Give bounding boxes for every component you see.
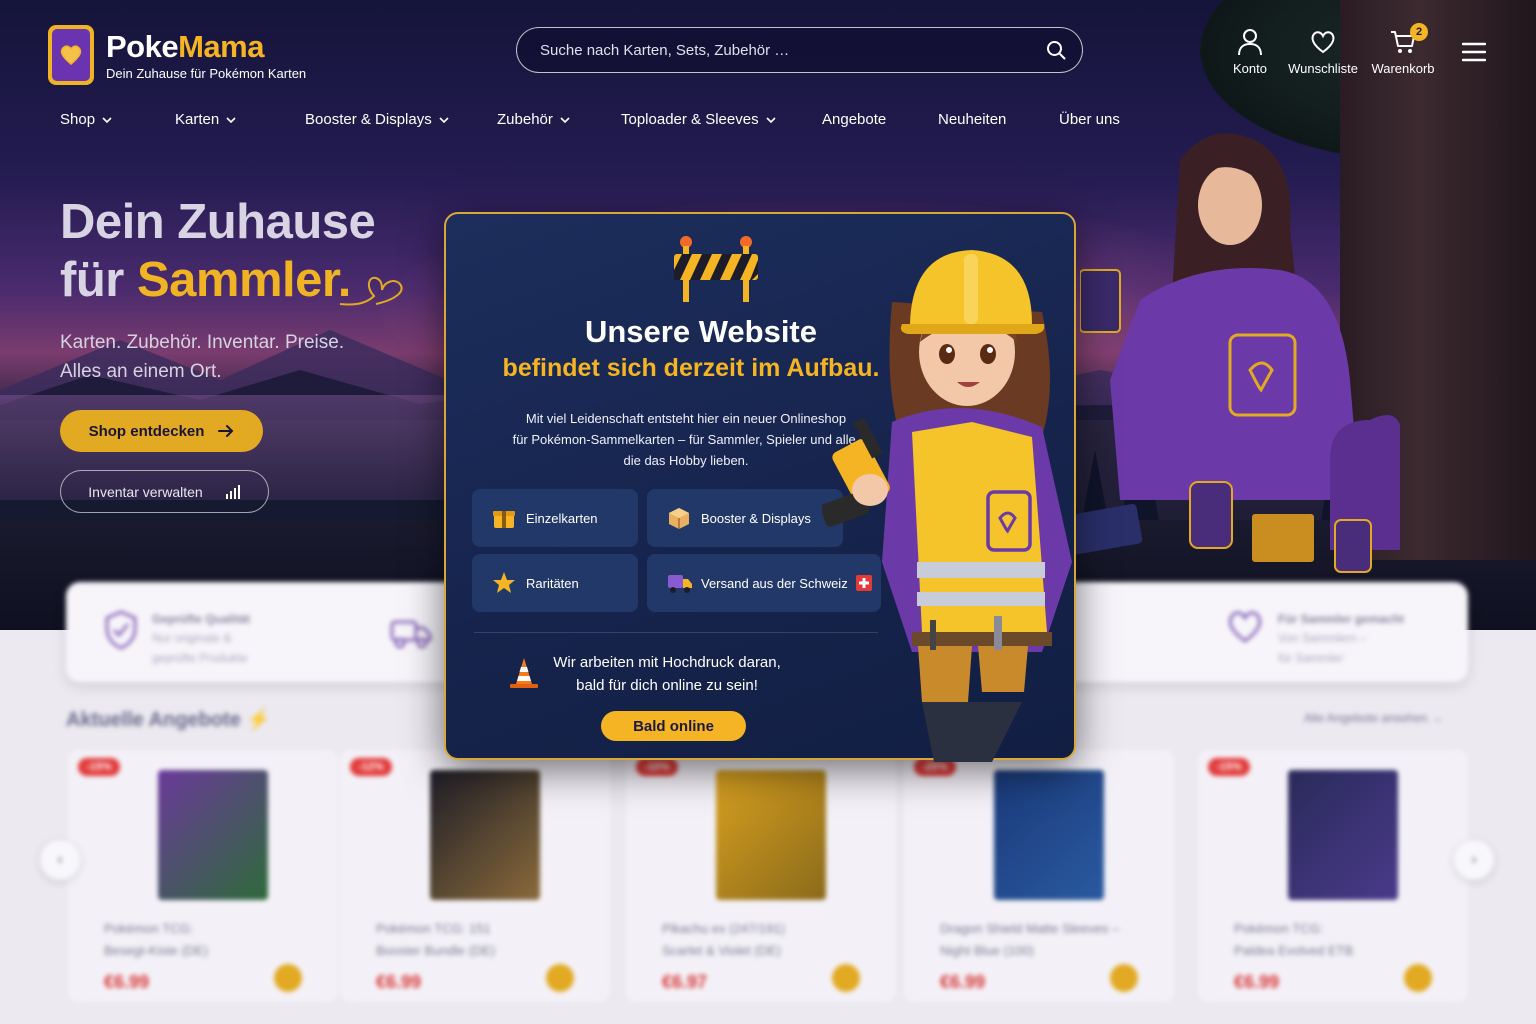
collectibles-props [1060, 481, 1372, 573]
shield-check-icon [105, 610, 137, 650]
add-to-cart-button[interactable] [832, 964, 860, 992]
construction-girl-illustration [822, 250, 1072, 762]
heart-outline-icon [1228, 611, 1262, 643]
discount-badge: -15% [78, 758, 120, 776]
offers-carousel: -15% Pokémon TCG: Besegt-Kiste (DE) €6.99… [68, 750, 1468, 1002]
star-icon [493, 572, 515, 593]
nav-toploader-sleeves[interactable]: Toploader & Sleeves [621, 111, 776, 128]
nav-ueber-uns[interactable]: Über uns [1059, 111, 1120, 128]
product-card[interactable]: -12% Pokémon TCG: 151 Booster Bundle (DE)… [340, 750, 610, 1002]
nav-booster-displays[interactable]: Booster & Displays [305, 111, 449, 128]
wishlist-label: Wunschliste [1288, 61, 1358, 76]
tile-booster-displays[interactable]: Booster & Displays [647, 489, 843, 547]
construction-modal: Unsere Website befindet sich derzeit im … [444, 212, 1076, 762]
product-image [716, 770, 826, 900]
tile-einzelkarten[interactable]: Einzelkarten [472, 489, 638, 547]
brand-tagline: Dein Zuhause für Pokémon Karten [106, 65, 307, 81]
carousel-prev-button[interactable]: ‹ [40, 840, 80, 880]
hamburger-menu-button[interactable] [1461, 42, 1487, 67]
nav-neuheiten[interactable]: Neuheiten [938, 111, 1006, 128]
search-bar[interactable] [516, 27, 1083, 73]
wishlist-button[interactable]: Wunschliste [1286, 28, 1360, 76]
tile-raritaeten[interactable]: Raritäten [472, 554, 638, 612]
logo-card-icon [48, 25, 94, 85]
product-price: €6.97 [662, 972, 708, 992]
search-input[interactable] [540, 41, 1046, 59]
product-image [994, 770, 1104, 900]
search-icon[interactable] [1046, 40, 1066, 60]
chevron-down-icon [439, 116, 449, 123]
modal-working-message: Wir arbeiten mit Hochdruck daran, bald fü… [553, 654, 781, 694]
bar-chart-icon [225, 484, 240, 499]
modal-divider [474, 632, 878, 633]
heart-outline-icon [1311, 31, 1335, 54]
product-image [430, 770, 540, 900]
product-name: Pikachu ex (247/191) Scarlet & Violet (DE… [662, 921, 785, 958]
add-to-cart-button[interactable] [546, 964, 574, 992]
gift-box-icon [493, 511, 515, 528]
product-name: Pokémon TCG: Paldea Evolved ETB [1234, 921, 1354, 958]
all-offers-link[interactable]: Alle Angebote ansehen → [1304, 711, 1443, 725]
product-name: Dragon Shield Matte Sleeves – Night Blue … [940, 921, 1120, 958]
heart-icon [60, 45, 82, 65]
menu-icon [1461, 42, 1487, 62]
traffic-cone-icon [510, 658, 538, 688]
brand-name: PokeMama [106, 28, 264, 64]
cart-label: Warenkorb [1371, 61, 1435, 76]
coming-soon-button[interactable]: Bald online [601, 711, 746, 741]
chevron-down-icon [102, 116, 112, 123]
feature-collectors: Für Sammler gemacht Von Sammlern – für S… [1226, 610, 1404, 668]
manage-inventory-button[interactable]: Inventar verwalten [60, 470, 269, 513]
package-box-icon [669, 508, 689, 529]
product-card[interactable]: -15% Pokémon TCG: Besegt-Kiste (DE) €6.99 [68, 750, 338, 1002]
feature-quality: Geprüfte Qualität Nur originale & geprüf… [104, 610, 250, 668]
add-to-cart-button[interactable] [1110, 964, 1138, 992]
product-price: €6.99 [104, 972, 150, 992]
main-nav: Shop Karten Booster & Displays Zubehör T… [0, 111, 1200, 133]
product-name: Pokémon TCG: 151 Booster Bundle (DE) [376, 921, 496, 958]
product-image [158, 770, 268, 900]
truck-icon [390, 620, 432, 649]
cart-count-badge: 2 [1410, 23, 1428, 41]
nav-zubehoer[interactable]: Zubehör [497, 111, 570, 128]
heart-swirl-icon [339, 276, 403, 306]
discount-badge: -15% [1208, 758, 1250, 776]
nav-shop[interactable]: Shop [60, 111, 112, 128]
header-actions: Konto Wunschliste Warenkorb [1226, 28, 1436, 76]
product-price: €6.99 [376, 972, 422, 992]
arrow-right-icon [218, 425, 234, 437]
discount-badge: -12% [350, 758, 392, 776]
product-card[interactable]: -15% Pokémon TCG: Paldea Evolved ETB €6.9… [1198, 750, 1468, 1002]
product-image [1288, 770, 1398, 900]
product-card[interactable]: -20% Dragon Shield Matte Sleeves – Night … [904, 750, 1174, 1002]
hero-heading: Dein Zuhause für Sammler. [60, 195, 376, 307]
add-to-cart-button[interactable] [1404, 964, 1432, 992]
offers-heading: Aktuelle Angebote ⚡ [66, 709, 272, 731]
add-to-cart-button[interactable] [274, 964, 302, 992]
construction-barrier-icon [674, 236, 758, 302]
product-price: €6.99 [1234, 972, 1280, 992]
user-icon [1238, 29, 1262, 56]
nav-karten[interactable]: Karten [175, 111, 236, 128]
chevron-down-icon [766, 116, 776, 123]
nav-angebote[interactable]: Angebote [822, 111, 886, 128]
carousel-next-button[interactable]: › [1454, 840, 1494, 880]
delivery-truck-icon [668, 575, 692, 593]
product-card[interactable]: -10% Pikachu ex (247/191) Scarlet & Viole… [626, 750, 896, 1002]
account-label: Konto [1233, 61, 1267, 76]
brand-logo[interactable]: PokeMama Dein Zuhause für Pokémon Karten [48, 25, 306, 85]
chevron-down-icon [226, 116, 236, 123]
hero-subtitle: Karten. Zubehör. Inventar. Preise. Alles … [60, 332, 345, 382]
shop-discover-button[interactable]: Shop entdecken [60, 410, 263, 452]
account-button[interactable]: Konto [1226, 28, 1274, 76]
chevron-down-icon [560, 116, 570, 123]
product-name: Pokémon TCG: Besegt-Kiste (DE) [104, 921, 209, 958]
discount-badge: -10% [636, 758, 678, 776]
product-price: €6.99 [940, 972, 986, 992]
